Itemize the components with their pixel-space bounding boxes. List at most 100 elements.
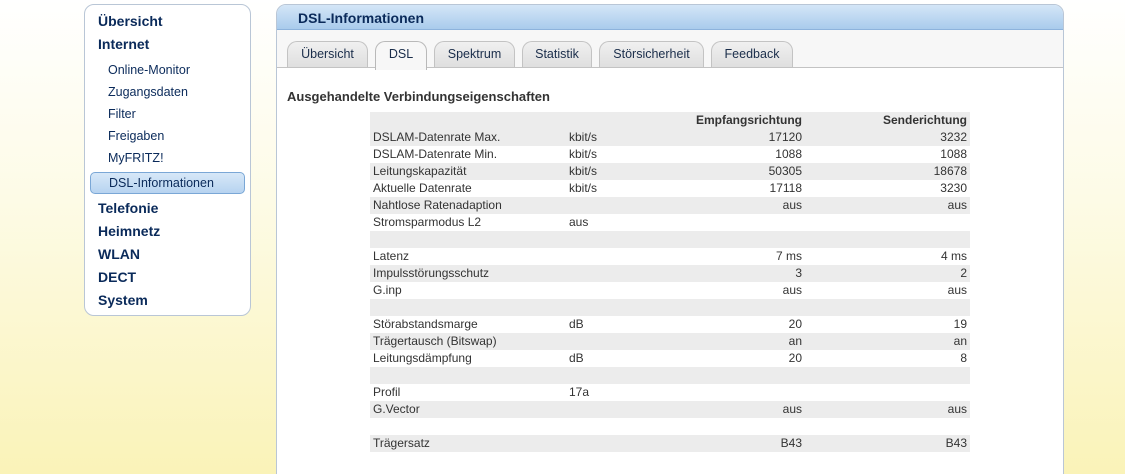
row-label: G.inp	[373, 283, 402, 297]
row-empfang-value: 20	[788, 317, 802, 331]
row-unit	[566, 435, 673, 452]
tab-statistik[interactable]: Statistik	[522, 41, 592, 68]
row-sende-value	[805, 367, 970, 384]
table-row: Störabstandsmarge dB 20 19	[370, 316, 970, 333]
row-unit: kbit/s	[569, 164, 598, 178]
nav-freigaben[interactable]: Freigaben	[85, 128, 250, 150]
row-label: Trägersatz	[373, 436, 430, 450]
tab-uebersicht[interactable]: Übersicht	[287, 41, 368, 68]
row-unit: 17a	[569, 385, 590, 399]
row-unit	[566, 401, 673, 418]
table-row: Leitungsdämpfung dB 20 8	[370, 350, 970, 367]
row-sende-value	[805, 299, 970, 316]
nav-filter[interactable]: Filter	[85, 106, 250, 128]
nav-system[interactable]: System	[85, 292, 250, 315]
row-label: Impulsstörungsschutz	[373, 266, 490, 280]
row-label: DSLAM-Datenrate Min.	[373, 147, 498, 161]
row-empfang-value: 20	[788, 351, 802, 365]
row-label: Trägertausch (Bitswap)	[373, 334, 497, 348]
row-unit	[566, 282, 673, 299]
row-unit: dB	[569, 351, 584, 365]
row-empfang-value: an	[788, 334, 802, 348]
row-sende-value: B43	[945, 436, 967, 450]
row-sende-value: 3232	[940, 130, 967, 144]
row-sende-value: 1088	[940, 147, 967, 161]
row-empfang-value: aus	[782, 402, 802, 416]
table-row: Nahtlose Ratenadaption aus aus	[370, 197, 970, 214]
table-row: Stromsparmodus L2 aus	[370, 214, 970, 231]
tab-dsl[interactable]: DSL	[375, 41, 427, 70]
table-row: Latenz 7 ms 4 ms	[370, 248, 970, 265]
row-sende-value	[805, 384, 970, 401]
table-row: Leitungskapazität kbit/s 50305 18678	[370, 163, 970, 180]
table-row: Impulsstörungsschutz 3 2	[370, 265, 970, 282]
row-empfang-value: 7 ms	[775, 249, 802, 263]
row-empfang-value: 17120	[768, 130, 802, 144]
page-title: DSL-Informationen	[277, 5, 1063, 30]
nav-myfritz[interactable]: MyFRITZ!	[85, 150, 250, 172]
row-label: Leitungsdämpfung	[373, 351, 472, 365]
nav-telefonie[interactable]: Telefonie	[85, 200, 250, 223]
row-unit: dB	[569, 317, 584, 331]
table-row: G.inp aus aus	[370, 282, 970, 299]
row-sende-value	[805, 418, 970, 435]
row-label: DSLAM-Datenrate Max.	[373, 130, 501, 144]
nav-zugangsdaten[interactable]: Zugangsdaten	[85, 84, 250, 106]
nav-dsl-informationen[interactable]: DSL-Informationen	[90, 172, 245, 194]
nav-online-monitor[interactable]: Online-Monitor	[85, 62, 250, 84]
table-row	[370, 367, 970, 384]
row-sende-value: 4 ms	[940, 249, 967, 263]
nav-internet[interactable]: Internet	[85, 36, 250, 59]
row-label	[370, 231, 566, 248]
row-sende-value: aus	[947, 402, 967, 416]
row-empfang-value	[673, 214, 805, 231]
nav-uebersicht[interactable]: Übersicht	[85, 13, 250, 36]
row-empfang-value: 1088	[775, 147, 802, 161]
row-sende-value: aus	[947, 283, 967, 297]
table-row: G.Vector aus aus	[370, 401, 970, 418]
row-empfang-value	[673, 418, 805, 435]
row-unit: kbit/s	[569, 147, 598, 161]
row-label: Leitungskapazität	[373, 164, 467, 178]
row-unit: aus	[569, 215, 589, 229]
nav-heimnetz[interactable]: Heimnetz	[85, 223, 250, 246]
row-unit	[566, 333, 673, 350]
nav-wlan[interactable]: WLAN	[85, 246, 250, 269]
main-panel: DSL-Informationen Übersicht DSL Spektrum…	[276, 4, 1064, 474]
row-unit	[566, 231, 673, 248]
row-empfang-value: aus	[782, 283, 802, 297]
row-empfang-value	[673, 384, 805, 401]
row-label: Latenz	[373, 249, 410, 263]
table-row: DSLAM-Datenrate Max. kbit/s 17120 3232	[370, 129, 970, 146]
section-title: Ausgehandelte Verbindungseigenschaften	[287, 89, 550, 104]
header-unit	[566, 112, 673, 129]
row-sende-value	[805, 231, 970, 248]
row-empfang-value: aus	[782, 198, 802, 212]
table-header-row: Empfangsrichtung Senderichtung	[370, 112, 970, 129]
row-sende-value	[805, 214, 970, 231]
row-unit	[566, 418, 673, 435]
row-label: G.Vector	[373, 402, 420, 416]
nav-dect[interactable]: DECT	[85, 269, 250, 292]
row-sende-value: aus	[947, 198, 967, 212]
row-sende-value: 18678	[933, 164, 967, 178]
internet-submenu: Online-Monitor Zugangsdaten Filter Freig…	[85, 62, 250, 194]
tab-feedback[interactable]: Feedback	[711, 41, 793, 68]
header-senderichtung: Senderichtung	[882, 113, 967, 127]
row-empfang-value: B43	[780, 436, 802, 450]
row-label: Stromsparmodus L2	[373, 215, 482, 229]
row-label: Profil	[373, 385, 401, 399]
table-row: Trägersatz B43 B43	[370, 435, 970, 452]
row-empfang-value: 50305	[768, 164, 802, 178]
row-sende-value: 19	[953, 317, 967, 331]
table-row	[370, 231, 970, 248]
row-unit	[566, 248, 673, 265]
row-unit: kbit/s	[569, 181, 598, 195]
table-row	[370, 299, 970, 316]
tab-stoersicherheit[interactable]: Störsicherheit	[599, 41, 704, 68]
table-row: DSLAM-Datenrate Min. kbit/s 1088 1088	[370, 146, 970, 163]
table-body: DSLAM-Datenrate Max. kbit/s 17120 3232 DSLAM…	[370, 129, 970, 452]
row-label: Störabstandsmarge	[373, 317, 478, 331]
row-label: Nahtlose Ratenadaption	[373, 198, 502, 212]
tab-spektrum[interactable]: Spektrum	[434, 41, 515, 68]
